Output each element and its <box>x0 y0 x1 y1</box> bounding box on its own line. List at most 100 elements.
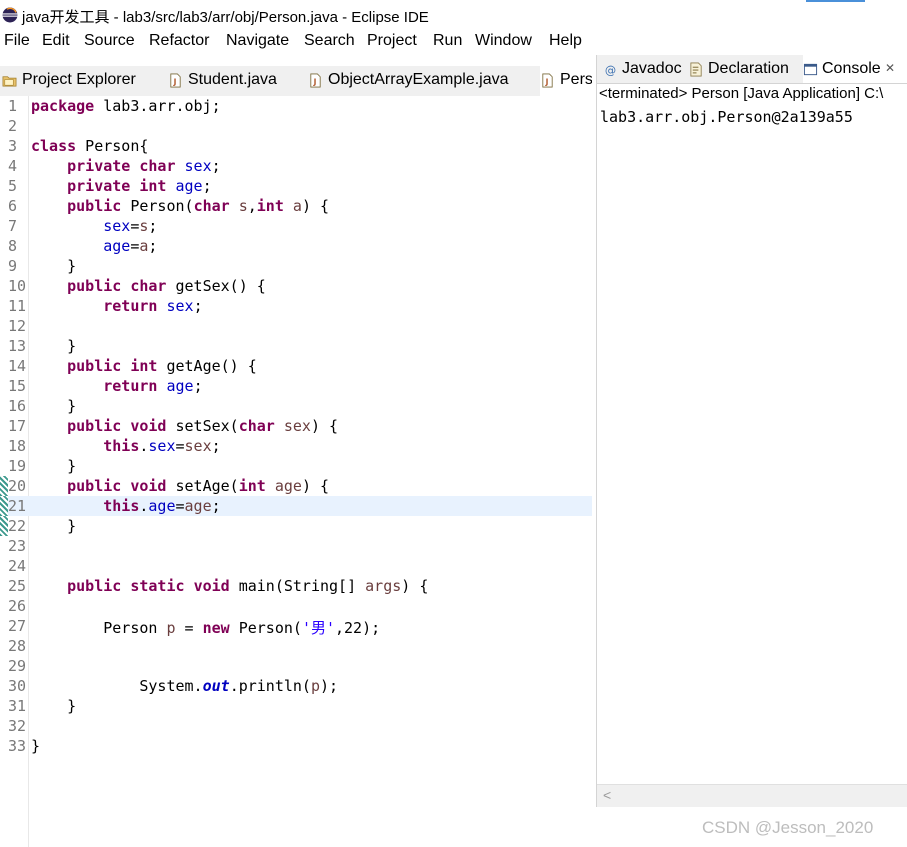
code-line[interactable]: 10 public char getSex() { <box>0 276 592 296</box>
tab-javadoc[interactable]: @ Javadoc <box>603 55 685 83</box>
code-line[interactable]: 6 public Person(char s,int a) { <box>0 196 592 216</box>
eclipse-icon <box>2 7 18 23</box>
code-line[interactable]: 14 public int getAge() { <box>0 356 592 376</box>
code-line[interactable]: 2 <box>0 116 592 136</box>
tab-person-java[interactable]: J Person.java <box>540 66 592 96</box>
code-line[interactable]: 5 private int age; <box>0 176 592 196</box>
menu-navigate[interactable]: Navigate <box>226 32 289 50</box>
code-line[interactable]: 4 private char sex; <box>0 156 592 176</box>
code-line[interactable]: 20 public void setAge(int age) { <box>0 476 592 496</box>
code-line[interactable]: 23 <box>0 536 592 556</box>
tab-label: Javadoc <box>622 60 682 77</box>
code-text: public static void main(String[] args) { <box>67 577 429 595</box>
code-text: public void setSex(char sex) { <box>67 417 339 435</box>
code-text: } <box>31 397 77 415</box>
line-number: 14 <box>8 357 27 375</box>
menu-run[interactable]: Run <box>433 32 462 50</box>
console-header: <terminated> Person [Java Application] C… <box>599 85 884 102</box>
tab-console[interactable]: Console ✕ <box>803 55 907 83</box>
line-number: 16 <box>8 397 27 415</box>
line-number: 11 <box>8 297 27 315</box>
line-number: 26 <box>8 597 27 615</box>
java-file-icon: J <box>308 73 323 88</box>
code-text: age=a; <box>103 237 158 255</box>
line-number: 30 <box>8 677 27 695</box>
code-text: return sex; <box>103 297 203 315</box>
tab-objectarrayexample-java[interactable]: J ObjectArrayExample.java <box>308 66 533 96</box>
code-text: } <box>31 697 77 715</box>
code-line[interactable]: 11 return sex; <box>0 296 592 316</box>
code-line[interactable]: 13 } <box>0 336 592 356</box>
svg-text:@: @ <box>605 64 616 77</box>
code-line[interactable]: 12 <box>0 316 592 336</box>
tab-label: Student.java <box>188 71 277 88</box>
close-icon[interactable]: ✕ <box>885 61 895 75</box>
code-line[interactable]: 21 this.age=age; <box>0 496 592 516</box>
line-number: 25 <box>8 577 27 595</box>
menu-project[interactable]: Project <box>367 32 417 50</box>
code-line[interactable]: 9 } <box>0 256 592 276</box>
line-number: 9 <box>8 257 18 275</box>
menu-source[interactable]: Source <box>84 32 135 50</box>
code-line[interactable]: 30 System.out.println(p); <box>0 676 592 696</box>
tab-label: Declaration <box>708 60 789 77</box>
code-text: sex=s; <box>103 217 158 235</box>
code-line[interactable]: 7 sex=s; <box>0 216 592 236</box>
code-line[interactable]: 17 public void setSex(char sex) { <box>0 416 592 436</box>
code-line[interactable]: 31 } <box>0 696 592 716</box>
menu-search[interactable]: Search <box>304 32 355 50</box>
console-icon <box>803 62 818 77</box>
code-line[interactable]: 3 class Person{ <box>0 136 592 156</box>
code-line[interactable]: 19 } <box>0 456 592 476</box>
horizontal-scrollbar[interactable]: < <box>597 784 907 807</box>
code-text: this.sex=sex; <box>103 437 221 455</box>
menu-file[interactable]: File <box>4 32 30 50</box>
code-text: private int age; <box>67 177 212 195</box>
code-line[interactable]: 1 package lab3.arr.obj; <box>0 96 592 116</box>
console-panel: @ Javadoc Declaration Console ✕ <terminated>… <box>596 55 907 807</box>
line-number: 6 <box>8 197 18 215</box>
tab-project-explorer[interactable]: Project Explorer <box>2 66 162 96</box>
code-line[interactable]: 28 <box>0 636 592 656</box>
code-line[interactable]: 18 this.sex=sex; <box>0 436 592 456</box>
code-text: package lab3.arr.obj; <box>31 97 221 115</box>
line-number: 21 <box>8 497 27 515</box>
line-number: 2 <box>8 117 18 135</box>
code-line[interactable]: 16 } <box>0 396 592 416</box>
line-number: 19 <box>8 457 27 475</box>
code-line[interactable]: 24 <box>0 556 592 576</box>
code-line[interactable]: 22 } <box>0 516 592 536</box>
code-editor[interactable]: 1 package lab3.arr.obj; 2 3 class Person{4 p… <box>0 96 592 847</box>
line-number: 18 <box>8 437 27 455</box>
code-line[interactable]: 25 public static void main(String[] args… <box>0 576 592 596</box>
tab-student-java[interactable]: J Student.java <box>168 66 303 96</box>
code-text: } <box>31 457 77 475</box>
menu-window[interactable]: Window <box>475 32 532 50</box>
code-text: Person p = new Person('男',22); <box>31 619 381 637</box>
scroll-left-icon[interactable]: < <box>603 787 611 803</box>
tab-label: Project Explorer <box>22 71 136 88</box>
code-line[interactable]: 33} <box>0 736 592 756</box>
code-text: public void setAge(int age) { <box>67 477 330 495</box>
menu-help[interactable]: Help <box>549 32 582 50</box>
code-line[interactable]: 27 Person p = new Person('男',22); <box>0 616 592 637</box>
code-text: } <box>31 257 77 275</box>
watermark: CSDN @Jesson_2020 <box>702 818 874 837</box>
change-marker <box>0 496 8 516</box>
line-number: 4 <box>8 157 18 175</box>
code-text: } <box>31 517 77 535</box>
code-text: return age; <box>103 377 203 395</box>
line-number: 1 <box>8 97 18 115</box>
line-number: 23 <box>8 537 27 555</box>
code-line[interactable]: 26 <box>0 596 592 616</box>
code-line[interactable]: 32 <box>0 716 592 736</box>
menu-edit[interactable]: Edit <box>42 32 70 50</box>
console-output[interactable]: lab3.arr.obj.Person@2a139a55 <box>600 108 853 126</box>
tab-declaration[interactable]: Declaration <box>689 55 799 83</box>
line-number: 8 <box>8 237 18 255</box>
code-line[interactable]: 15 return age; <box>0 376 592 396</box>
line-number: 10 <box>8 277 27 295</box>
menu-refactor[interactable]: Refactor <box>149 32 209 50</box>
code-line[interactable]: 29 <box>0 656 592 676</box>
code-line[interactable]: 8 age=a; <box>0 236 592 256</box>
